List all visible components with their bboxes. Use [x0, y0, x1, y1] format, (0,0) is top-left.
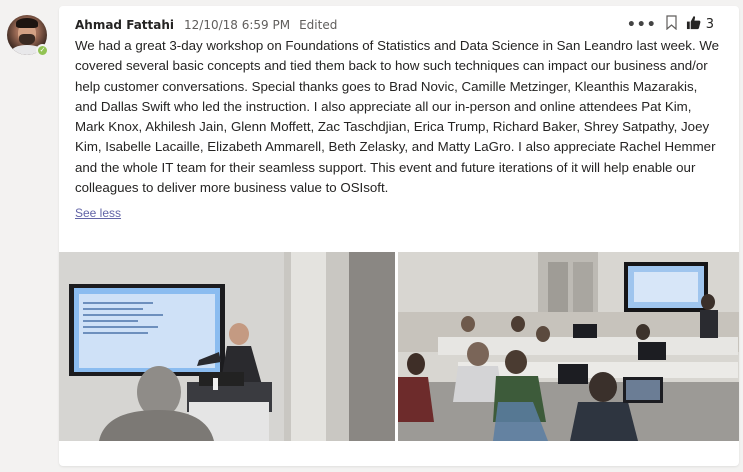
avatar-beard	[19, 34, 35, 45]
message-body: We had a great 3-day workshop on Foundat…	[75, 38, 720, 196]
workshop-photo-instructor[interactable]	[59, 252, 395, 441]
bookmark-icon[interactable]	[666, 15, 677, 34]
see-less-link[interactable]: See less	[75, 206, 121, 220]
message-card: Ahmad Fattahi 12/10/18 6:59 PM Edited ••…	[59, 6, 739, 466]
avatar-hair	[16, 18, 38, 28]
instructor-scene	[59, 252, 395, 441]
workshop-photo-classroom[interactable]	[398, 252, 739, 441]
author-avatar[interactable]: ✓	[7, 15, 49, 57]
presence-available-icon: ✓	[36, 44, 49, 57]
like-count: 3	[705, 17, 714, 32]
thumbs-up-icon[interactable]	[686, 15, 701, 34]
message-timestamp: 12/10/18 6:59 PM	[184, 18, 291, 32]
more-options-icon[interactable]: •••	[627, 18, 657, 32]
author-name[interactable]: Ahmad Fattahi	[75, 18, 174, 32]
classroom-scene	[398, 252, 739, 441]
photo-gallery	[59, 252, 739, 441]
edited-label: Edited	[299, 18, 338, 32]
message-actions: ••• 3	[627, 15, 714, 34]
